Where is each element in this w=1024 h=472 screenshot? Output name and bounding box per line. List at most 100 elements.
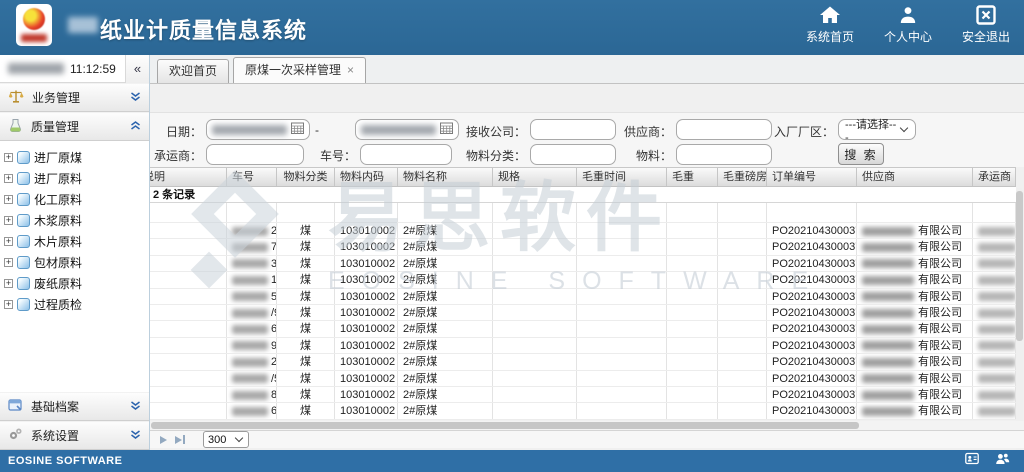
table-row[interactable]: /57 煤 103010002 2#原煤 PO202104300037 有限公司 [150, 371, 1016, 387]
user-icon [898, 5, 918, 25]
table-row[interactable]: 68 煤 103010002 2#原煤 PO202104300037 有限公司 [150, 321, 1016, 337]
column-header[interactable]: 规格 [493, 168, 577, 186]
column-header[interactable]: 供应商 [857, 168, 973, 186]
next-page-button[interactable] [160, 436, 167, 444]
cell-gross-time [577, 371, 667, 386]
column-header[interactable]: 物料名称 [398, 168, 493, 186]
column-header[interactable]: 车号 [227, 168, 277, 186]
tree-item[interactable]: + 化工原料 [4, 189, 149, 210]
table-row[interactable]: 26 煤 103010002 2#原煤 PO202104300037 有限公司 [150, 223, 1016, 239]
table-row[interactable]: 18 煤 103010002 2#原煤 PO202104300037 有限公司 [150, 272, 1016, 288]
table-row[interactable]: 20 煤 103010002 2#原煤 PO202104300037 有限公司 [150, 354, 1016, 370]
folder-node-icon [17, 172, 30, 185]
horizontal-scrollbar-thumb[interactable] [151, 422, 859, 429]
factory-area-select[interactable]: ---请选择--- [838, 119, 916, 140]
date-from-input[interactable] [206, 119, 310, 140]
supplier-suffix: 有限公司 [918, 274, 962, 286]
folder-node-icon [17, 151, 30, 164]
table-row[interactable]: 99 煤 103010002 2#原煤 PO202104300037 有限公司 [150, 338, 1016, 354]
sidebar-group-basedata[interactable]: 基础档案 [0, 392, 149, 421]
tree-expander-icon[interactable]: + [4, 300, 13, 309]
supplier-redacted [862, 243, 914, 252]
cell-supplier: 有限公司 [857, 305, 973, 320]
receive-company-input[interactable] [530, 119, 616, 140]
tree-item[interactable]: + 废纸原料 [4, 273, 149, 294]
users-icon[interactable] [995, 452, 1010, 470]
last-page-button[interactable] [175, 435, 185, 444]
table-row[interactable]: /98 煤 103010002 2#原煤 PO202104300037 有限公司 [150, 305, 1016, 321]
cell-material-code: 103010002 [335, 256, 398, 271]
cell-vehicle-no: 68 [227, 321, 277, 336]
page-size-value: 300 [208, 434, 232, 446]
cell-supplier: 有限公司 [857, 272, 973, 287]
table-row[interactable]: 30 煤 103010002 2#原煤 PO202104300037 有限公司 [150, 256, 1016, 272]
column-header[interactable]: 物料分类 [277, 168, 335, 186]
cell-material-code: 103010002 [335, 272, 398, 287]
column-header[interactable]: 物料内码 [335, 168, 398, 186]
table-row[interactable]: 65 煤 103010002 2#原煤 PO202104300037 有限公司 [150, 403, 1016, 419]
material-category-input[interactable] [530, 144, 616, 165]
tree-expander-icon[interactable]: + [4, 216, 13, 225]
column-header[interactable]: 订单编号 [767, 168, 857, 186]
column-header[interactable]: 毛重磅房 [718, 168, 767, 186]
vehicle-no-input[interactable] [360, 144, 452, 165]
tree-item[interactable]: + 进厂原煤 [4, 147, 149, 168]
cell-order-no: PO202104300037 [767, 223, 857, 238]
column-header[interactable]: 承运商 [973, 168, 1016, 186]
cell-gross-weight [667, 305, 718, 320]
plate-redacted [232, 341, 268, 350]
sidebar-group-settings[interactable]: 系统设置 [0, 421, 149, 450]
vertical-scrollbar-thumb[interactable] [1016, 191, 1023, 341]
tab-raw-coal-sampling[interactable]: 原煤一次采样管理× [233, 57, 366, 83]
tab-welcome-home[interactable]: 欢迎首页 [157, 59, 229, 83]
plate-redacted [232, 259, 268, 268]
clock-time: 11:12:59 [70, 62, 125, 76]
tree-item[interactable]: + 包材原料 [4, 252, 149, 273]
horizontal-scrollbar[interactable] [150, 421, 1024, 430]
contact-badge-icon[interactable] [965, 452, 979, 470]
sidebar-collapse-button[interactable]: « [125, 55, 149, 83]
tree-expander-icon[interactable]: + [4, 153, 13, 162]
page-size-select[interactable]: 300 [203, 431, 249, 448]
cell-material-category: 煤 [277, 354, 335, 369]
column-header[interactable]: 说明 [150, 168, 227, 186]
nav-system-home[interactable]: 系统首页 [802, 5, 858, 45]
tree-expander-icon[interactable]: + [4, 195, 13, 204]
cell-order-no: PO202104300037 [767, 305, 857, 320]
tree-item[interactable]: + 过程质检 [4, 294, 149, 315]
tree-expander-icon[interactable]: + [4, 279, 13, 288]
search-button[interactable]: 搜 索 [838, 143, 884, 165]
sidebar-group-quality[interactable]: 质量管理 [0, 112, 149, 141]
supplier-suffix: 有限公司 [918, 225, 962, 237]
column-header[interactable]: 毛重 [667, 168, 718, 186]
tree-expander-icon[interactable]: + [4, 258, 13, 267]
tree-expander-icon[interactable]: + [4, 174, 13, 183]
supplier-suffix: 有限公司 [918, 373, 962, 385]
carrier-input[interactable] [206, 144, 304, 165]
supplier-input[interactable] [676, 119, 772, 140]
tree-item[interactable]: + 木浆原料 [4, 210, 149, 231]
last-page-icon [175, 436, 182, 444]
nav-personal-center[interactable]: 个人中心 [880, 5, 936, 45]
supplier-redacted [862, 358, 914, 367]
tree-expander-icon[interactable]: + [4, 237, 13, 246]
title-prefix-redacted [68, 17, 98, 33]
column-header[interactable]: 毛重时间 [577, 168, 667, 186]
empty-cell [577, 203, 667, 222]
table-row[interactable]: 51 煤 103010002 2#原煤 PO202104300037 有限公司 [150, 289, 1016, 305]
cell-vehicle-no: 18 [227, 272, 277, 287]
date-to-input[interactable] [355, 119, 459, 140]
tree-item[interactable]: + 木片原料 [4, 231, 149, 252]
cell-material-category: 煤 [277, 403, 335, 418]
table-row[interactable]: 76 煤 103010002 2#原煤 PO202104300037 有限公司 [150, 239, 1016, 255]
nav-safe-exit[interactable]: 安全退出 [958, 5, 1014, 45]
cell-supplier: 有限公司 [857, 403, 973, 418]
tab-close-icon[interactable]: × [347, 63, 354, 77]
table-row[interactable]: 81 煤 103010002 2#原煤 PO202104300037 有限公司 [150, 387, 1016, 403]
sidebar-clockbar: 11:12:59 « [0, 55, 149, 83]
material-input[interactable] [676, 144, 772, 165]
tree-item[interactable]: + 进厂原料 [4, 168, 149, 189]
sidebar-group-business[interactable]: 业务管理 [0, 83, 149, 112]
carrier-redacted [978, 325, 1016, 334]
cell-supplier: 有限公司 [857, 338, 973, 353]
